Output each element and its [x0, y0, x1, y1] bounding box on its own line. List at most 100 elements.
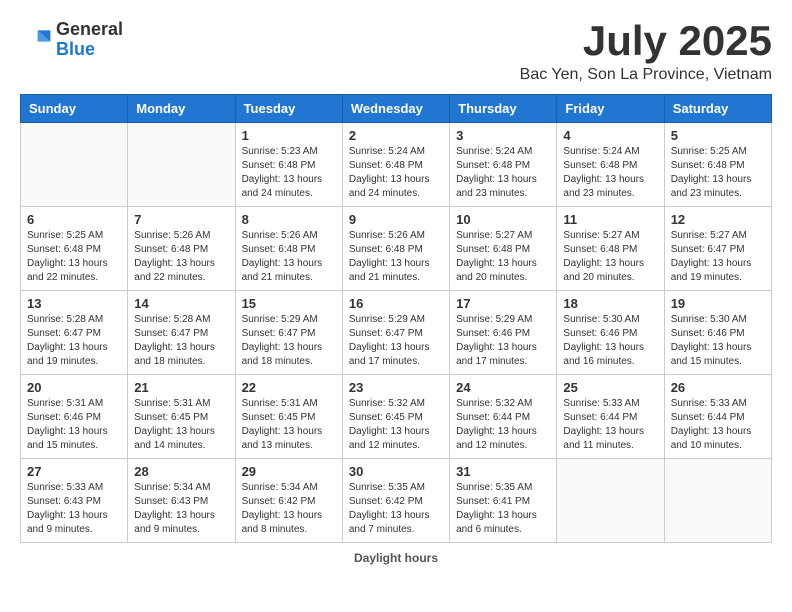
- calendar-cell: 3 Sunrise: 5:24 AM Sunset: 6:48 PM Daylig…: [450, 123, 557, 207]
- day-number: 15: [242, 296, 336, 311]
- calendar-cell: 5 Sunrise: 5:25 AM Sunset: 6:48 PM Daylig…: [664, 123, 771, 207]
- day-number: 5: [671, 128, 765, 143]
- calendar-cell: 24Sunrise: 5:32 AM Sunset: 6:44 PM Dayli…: [450, 375, 557, 459]
- week-row-2: 6 Sunrise: 5:25 AM Sunset: 6:48 PM Daylig…: [21, 207, 772, 291]
- calendar-cell: 14 Sunrise: 5:28 AM Sunset: 6:47 PM Dayli…: [128, 291, 235, 375]
- calendar-cell: 17 Sunrise: 5:29 AM Sunset: 6:46 PM Dayli…: [450, 291, 557, 375]
- day-info: Sunrise: 5:33 AM Sunset: 6:43 PM Dayligh…: [27, 481, 121, 537]
- daylight-hours-label: Daylight hours: [354, 551, 438, 565]
- day-number: 25: [563, 380, 657, 395]
- day-info: Sunrise: 5:32 AM Sunset: 6:45 PM Dayligh…: [349, 397, 443, 453]
- day-number: 8: [242, 212, 336, 227]
- calendar-cell: 16 Sunrise: 5:29 AM Sunset: 6:47 PM Dayli…: [342, 291, 449, 375]
- header: General Blue July 2025 Bac Yen, Son La P…: [20, 20, 772, 84]
- day-info: Sunrise: 5:31 AM Sunset: 6:45 PM Dayligh…: [242, 397, 336, 453]
- calendar-table: SundayMondayTuesdayWednesdayThursdayFrid…: [20, 94, 772, 543]
- day-number: 23: [349, 380, 443, 395]
- location-title: Bac Yen, Son La Province, Vietnam: [520, 66, 772, 84]
- calendar-cell: 26 Sunrise: 5:33 AM Sunset: 6:44 PM Dayli…: [664, 375, 771, 459]
- day-number: 30: [349, 464, 443, 479]
- calendar-cell: [128, 123, 235, 207]
- day-number: 14: [134, 296, 228, 311]
- day-info: Sunrise: 5:25 AM Sunset: 6:48 PM Dayligh…: [671, 145, 765, 201]
- day-number: 18: [563, 296, 657, 311]
- day-number: 3: [456, 128, 550, 143]
- day-number: 28: [134, 464, 228, 479]
- footer-note: Daylight hours: [20, 551, 772, 565]
- logo: General Blue: [20, 20, 123, 60]
- day-info: Sunrise: 5:35 AM Sunset: 6:41 PM Dayligh…: [456, 481, 550, 537]
- day-info: Sunrise: 5:24 AM Sunset: 6:48 PM Dayligh…: [349, 145, 443, 201]
- calendar-cell: 7 Sunrise: 5:26 AM Sunset: 6:48 PM Daylig…: [128, 207, 235, 291]
- calendar-cell: [557, 459, 664, 543]
- day-info: Sunrise: 5:25 AM Sunset: 6:48 PM Dayligh…: [27, 229, 121, 285]
- calendar-cell: 27Sunrise: 5:33 AM Sunset: 6:43 PM Dayli…: [21, 459, 128, 543]
- calendar-cell: 12Sunrise: 5:27 AM Sunset: 6:47 PM Dayli…: [664, 207, 771, 291]
- day-info: Sunrise: 5:31 AM Sunset: 6:45 PM Dayligh…: [134, 397, 228, 453]
- calendar-cell: [21, 123, 128, 207]
- day-info: Sunrise: 5:26 AM Sunset: 6:48 PM Dayligh…: [349, 229, 443, 285]
- day-info: Sunrise: 5:30 AM Sunset: 6:46 PM Dayligh…: [671, 313, 765, 369]
- day-number: 24: [456, 380, 550, 395]
- day-number: 20: [27, 380, 121, 395]
- day-info: Sunrise: 5:28 AM Sunset: 6:47 PM Dayligh…: [134, 313, 228, 369]
- calendar-cell: 1Sunrise: 5:23 AM Sunset: 6:48 PM Daylig…: [235, 123, 342, 207]
- calendar-cell: 11 Sunrise: 5:27 AM Sunset: 6:48 PM Dayli…: [557, 207, 664, 291]
- day-info: Sunrise: 5:29 AM Sunset: 6:47 PM Dayligh…: [349, 313, 443, 369]
- day-number: 7: [134, 212, 228, 227]
- day-info: Sunrise: 5:33 AM Sunset: 6:44 PM Dayligh…: [671, 397, 765, 453]
- calendar-cell: 20Sunrise: 5:31 AM Sunset: 6:46 PM Dayli…: [21, 375, 128, 459]
- day-header-thursday: Thursday: [450, 95, 557, 123]
- day-number: 10: [456, 212, 550, 227]
- day-number: 19: [671, 296, 765, 311]
- calendar-cell: 6 Sunrise: 5:25 AM Sunset: 6:48 PM Daylig…: [21, 207, 128, 291]
- title-section: July 2025 Bac Yen, Son La Province, Viet…: [520, 20, 772, 84]
- calendar-cell: 9 Sunrise: 5:26 AM Sunset: 6:48 PM Daylig…: [342, 207, 449, 291]
- day-number: 4: [563, 128, 657, 143]
- calendar-cell: 28Sunrise: 5:34 AM Sunset: 6:43 PM Dayli…: [128, 459, 235, 543]
- calendar-cell: 30Sunrise: 5:35 AM Sunset: 6:42 PM Dayli…: [342, 459, 449, 543]
- calendar-cell: 10 Sunrise: 5:27 AM Sunset: 6:48 PM Dayli…: [450, 207, 557, 291]
- day-header-sunday: Sunday: [21, 95, 128, 123]
- day-info: Sunrise: 5:27 AM Sunset: 6:48 PM Dayligh…: [456, 229, 550, 285]
- day-number: 29: [242, 464, 336, 479]
- day-header-tuesday: Tuesday: [235, 95, 342, 123]
- day-number: 16: [349, 296, 443, 311]
- day-header-saturday: Saturday: [664, 95, 771, 123]
- day-info: Sunrise: 5:29 AM Sunset: 6:46 PM Dayligh…: [456, 313, 550, 369]
- day-info: Sunrise: 5:27 AM Sunset: 6:48 PM Dayligh…: [563, 229, 657, 285]
- calendar-cell: 29 Sunrise: 5:34 AM Sunset: 6:42 PM Dayli…: [235, 459, 342, 543]
- day-number: 9: [349, 212, 443, 227]
- day-header-friday: Friday: [557, 95, 664, 123]
- calendar-cell: 15 Sunrise: 5:29 AM Sunset: 6:47 PM Dayli…: [235, 291, 342, 375]
- calendar-cell: 13Sunrise: 5:28 AM Sunset: 6:47 PM Dayli…: [21, 291, 128, 375]
- day-info: Sunrise: 5:24 AM Sunset: 6:48 PM Dayligh…: [456, 145, 550, 201]
- day-number: 6: [27, 212, 121, 227]
- calendar-cell: [664, 459, 771, 543]
- calendar-cell: 18Sunrise: 5:30 AM Sunset: 6:46 PM Dayli…: [557, 291, 664, 375]
- week-row-5: 27Sunrise: 5:33 AM Sunset: 6:43 PM Dayli…: [21, 459, 772, 543]
- day-info: Sunrise: 5:34 AM Sunset: 6:42 PM Dayligh…: [242, 481, 336, 537]
- day-header-monday: Monday: [128, 95, 235, 123]
- calendar-cell: 2Sunrise: 5:24 AM Sunset: 6:48 PM Daylig…: [342, 123, 449, 207]
- day-info: Sunrise: 5:26 AM Sunset: 6:48 PM Dayligh…: [134, 229, 228, 285]
- week-row-1: 1Sunrise: 5:23 AM Sunset: 6:48 PM Daylig…: [21, 123, 772, 207]
- day-info: Sunrise: 5:29 AM Sunset: 6:47 PM Dayligh…: [242, 313, 336, 369]
- day-info: Sunrise: 5:24 AM Sunset: 6:48 PM Dayligh…: [563, 145, 657, 201]
- day-info: Sunrise: 5:23 AM Sunset: 6:48 PM Dayligh…: [242, 145, 336, 201]
- day-info: Sunrise: 5:33 AM Sunset: 6:44 PM Dayligh…: [563, 397, 657, 453]
- day-number: 12: [671, 212, 765, 227]
- logo-text: General Blue: [56, 20, 123, 60]
- day-number: 21: [134, 380, 228, 395]
- logo-general-text: General: [56, 20, 123, 40]
- calendar-cell: 19 Sunrise: 5:30 AM Sunset: 6:46 PM Dayli…: [664, 291, 771, 375]
- day-number: 17: [456, 296, 550, 311]
- day-number: 26: [671, 380, 765, 395]
- calendar-cell: 4 Sunrise: 5:24 AM Sunset: 6:48 PM Daylig…: [557, 123, 664, 207]
- logo-blue-text: Blue: [56, 40, 123, 60]
- calendar-cell: 22Sunrise: 5:31 AM Sunset: 6:45 PM Dayli…: [235, 375, 342, 459]
- calendar-cell: 23 Sunrise: 5:32 AM Sunset: 6:45 PM Dayli…: [342, 375, 449, 459]
- month-title: July 2025: [520, 20, 772, 62]
- day-info: Sunrise: 5:28 AM Sunset: 6:47 PM Dayligh…: [27, 313, 121, 369]
- day-number: 11: [563, 212, 657, 227]
